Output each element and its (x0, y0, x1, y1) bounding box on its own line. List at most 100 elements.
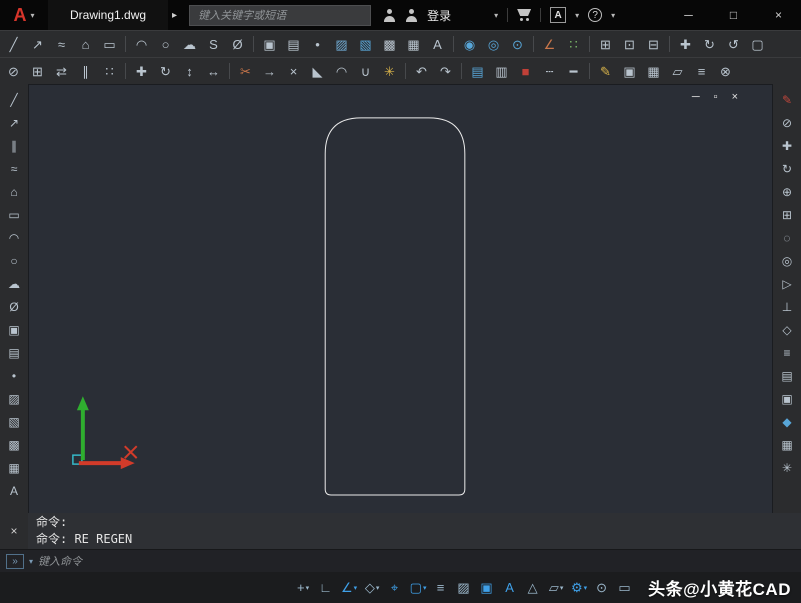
doc-restore-icon[interactable]: ▫ (714, 92, 718, 103)
area-icon[interactable]: ▱ (666, 60, 689, 82)
lineweight-icon[interactable]: ━ (562, 60, 585, 82)
maximize-button[interactable]: □ (711, 0, 756, 30)
point-icon[interactable]: • (2, 365, 26, 387)
command-prompt-icon[interactable]: » (6, 553, 24, 569)
sign-in-caret-icon[interactable]: ▾ (494, 11, 498, 20)
circle-icon[interactable]: ○ (154, 33, 177, 55)
drawing-outline-shape[interactable] (324, 117, 466, 496)
show-motion-icon[interactable]: ▷ (775, 273, 799, 295)
doc-minimize-icon[interactable]: ─ (692, 92, 700, 103)
annotation-monitor-icon[interactable]: ⊙ (591, 576, 613, 600)
rectangle-icon[interactable]: ▭ (98, 33, 121, 55)
close-command-window-icon[interactable]: × (10, 524, 17, 538)
snap-mode-icon[interactable]: + ▾ (292, 576, 314, 600)
construction-line-icon[interactable]: ↗ (2, 112, 26, 134)
join-icon[interactable]: ∪ (354, 60, 377, 82)
minimize-button[interactable]: ─ (666, 0, 711, 30)
circle-2p-icon[interactable]: ◎ (482, 33, 505, 55)
render-icon[interactable]: ◆ (775, 411, 799, 433)
ellipse-icon[interactable]: Ø (2, 296, 26, 318)
move-icon[interactable]: ✚ (130, 60, 153, 82)
stretch-icon[interactable]: ↔ (202, 60, 225, 82)
gradient-icon[interactable]: ▧ (2, 411, 26, 433)
mirror-icon[interactable]: ⇄ (50, 60, 73, 82)
divide-icon[interactable]: ∷ (562, 33, 585, 55)
pan-icon[interactable]: ✚ (674, 33, 697, 55)
hatch-icon[interactable]: ▨ (330, 33, 353, 55)
break-icon[interactable]: × (282, 60, 305, 82)
point-icon[interactable]: • (306, 33, 329, 55)
zoom-realtime-icon[interactable]: ⊕ (775, 181, 799, 203)
app-store-cart-icon[interactable] (517, 9, 531, 21)
exchange-apps-icon[interactable]: A (550, 7, 567, 23)
polar-tracking-icon[interactable]: ∠ ▾ (338, 576, 360, 600)
edit-pencil-icon[interactable]: ✎ (775, 89, 799, 111)
line-icon[interactable]: ╱ (2, 89, 26, 111)
erase-icon[interactable]: ⊘ (2, 60, 25, 82)
isometric-drafting-icon[interactable]: ◇ ▾ (361, 576, 383, 600)
sign-in-button[interactable]: 登录 (427, 7, 451, 24)
revision-cloud-icon[interactable]: ☁ (2, 273, 26, 295)
list-icon[interactable]: ≡ (690, 60, 713, 82)
zoom-window-icon[interactable]: ⊞ (775, 204, 799, 226)
polyline-icon[interactable]: ≈ (2, 158, 26, 180)
linetype-icon[interactable]: ┄ (538, 60, 561, 82)
scale-icon[interactable]: ↕ (178, 60, 201, 82)
table-icon[interactable]: ▦ (2, 457, 26, 479)
fillet-icon[interactable]: ◠ (330, 60, 353, 82)
ucs-icon[interactable]: ⊥ (775, 296, 799, 318)
help-search-input[interactable]: 键入关键字或短语 (189, 4, 372, 26)
table-icon[interactable]: ▦ (402, 33, 425, 55)
copy-icon[interactable]: ⊞ (26, 60, 49, 82)
regen-icon[interactable]: ↺ (722, 33, 745, 55)
annotation-autoscale-icon[interactable]: △ (522, 576, 544, 600)
rotate-icon[interactable]: ↻ (775, 158, 799, 180)
explode-icon[interactable]: ✳ (378, 60, 401, 82)
exchange-caret-icon[interactable]: ▾ (575, 11, 579, 20)
annotation-scale-icon[interactable]: ▱ ▾ (545, 576, 567, 600)
chamfer-icon[interactable]: ◣ (306, 60, 329, 82)
rotate-icon[interactable]: ↻ (154, 60, 177, 82)
arc-icon[interactable]: ◠ (2, 227, 26, 249)
command-input-row[interactable]: » ▾ 键入命令 (0, 549, 801, 572)
view-cube-icon[interactable]: ◇ (775, 319, 799, 341)
navigation-bar-icon[interactable]: ≡ (775, 342, 799, 364)
object-snap-tracking-icon[interactable]: ⌖ (384, 576, 406, 600)
steering-wheel-icon[interactable]: ◎ (775, 250, 799, 272)
create-block-icon[interactable]: ▤ (282, 33, 305, 55)
multiline-text-icon[interactable]: A (2, 480, 26, 502)
polyline-icon[interactable]: ≈ (50, 33, 73, 55)
arc-icon[interactable]: ◠ (130, 33, 153, 55)
offset-icon[interactable]: ∥ (74, 60, 97, 82)
user-icon[interactable] (383, 8, 396, 22)
annotation-visibility-icon[interactable]: A (499, 576, 521, 600)
purge-icon[interactable]: ⊗ (714, 60, 737, 82)
create-block-icon[interactable]: ▤ (2, 342, 26, 364)
lineweight-icon[interactable]: ≡ (430, 576, 452, 600)
spline-icon[interactable]: S (202, 33, 225, 55)
polygon-icon[interactable]: ⌂ (74, 33, 97, 55)
line-icon[interactable]: ╱ (2, 33, 25, 55)
lights-icon[interactable]: ✳ (775, 457, 799, 479)
document-tab[interactable]: Drawing1.dwg (48, 0, 169, 30)
layer-properties-icon[interactable]: ▥ (490, 60, 513, 82)
hatch-icon[interactable]: ▨ (2, 388, 26, 410)
erase-icon[interactable]: ⊘ (775, 112, 799, 134)
revision-cloud-icon[interactable]: ☁ (178, 33, 201, 55)
community-icon[interactable] (405, 8, 418, 22)
multiline-text-icon[interactable]: A (426, 33, 449, 55)
match-properties-icon[interactable]: ✎ (594, 60, 617, 82)
materials-icon[interactable]: ▦ (775, 434, 799, 456)
doc-close-icon[interactable]: × (732, 92, 738, 103)
help-icon[interactable]: ? (588, 8, 603, 22)
app-menu-button[interactable]: A ▾ (0, 0, 48, 30)
rectangle-icon[interactable]: ▭ (2, 204, 26, 226)
tab-overflow-icon[interactable]: ▸ (172, 10, 177, 21)
donut-icon[interactable]: ◉ (458, 33, 481, 55)
circle-icon[interactable]: ○ (2, 250, 26, 272)
move-icon[interactable]: ✚ (775, 135, 799, 157)
insert-block-icon[interactable]: ▣ (2, 319, 26, 341)
multiline-icon[interactable]: ∥ (2, 135, 26, 157)
workspace-switching-icon[interactable]: ⚙ ▾ (568, 576, 590, 600)
polygon-icon[interactable]: ⌂ (2, 181, 26, 203)
